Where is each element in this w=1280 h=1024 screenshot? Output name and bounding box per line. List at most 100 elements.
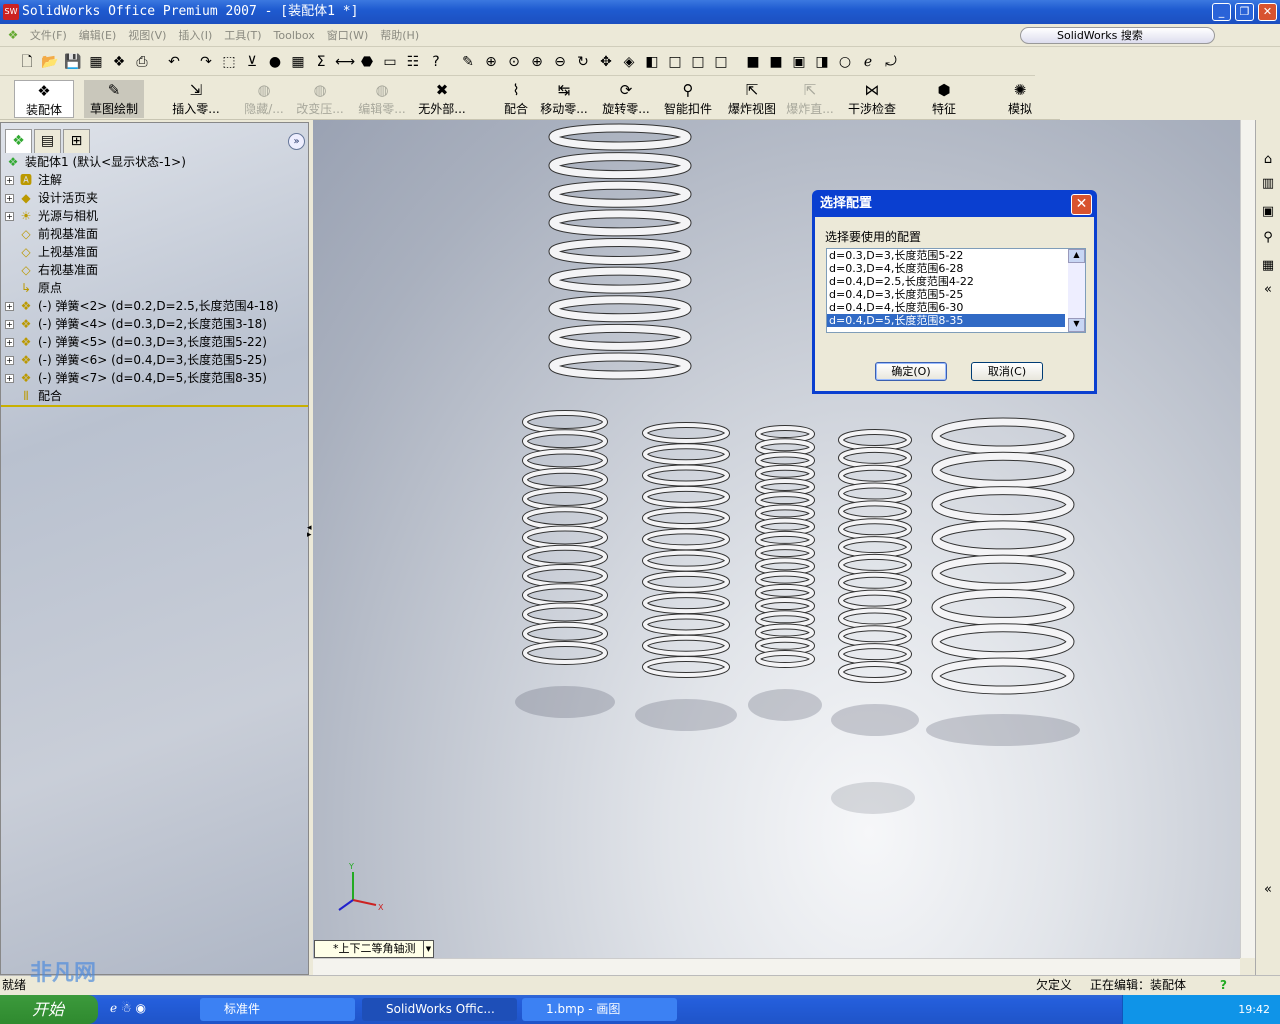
tab-configuration-manager[interactable]: ⊞ xyxy=(63,129,90,153)
command-change-suppression[interactable]: ◍ 改变压... xyxy=(288,80,352,118)
search-icon[interactable]: ⚲ xyxy=(1259,230,1277,248)
menu-item[interactable]: 视图(V) xyxy=(128,24,166,47)
maximize-button[interactable]: ❐ xyxy=(1235,3,1254,21)
command-explode-line[interactable]: ⇱ 爆炸直... xyxy=(778,80,842,118)
list-scrollbar[interactable]: ▲ ▼ xyxy=(1068,249,1085,332)
dialog-close-button[interactable]: ✕ xyxy=(1071,194,1092,215)
design-library-icon[interactable]: ▥ xyxy=(1259,176,1277,194)
spring-model[interactable] xyxy=(831,429,919,736)
cancel-button[interactable]: 取消(C) xyxy=(971,362,1043,381)
zoom-in-icon[interactable]: ⊕ xyxy=(528,53,546,71)
tree-item[interactable]: + ❖ (-) 弹簧<4> (d=0.3,D=2,长度范围3-18) xyxy=(5,315,267,333)
view-3d-icon[interactable]: ◈ xyxy=(620,53,638,71)
spring-model[interactable] xyxy=(635,422,737,731)
menu-item[interactable]: 插入(I) xyxy=(178,24,212,47)
tree-item[interactable]: + ❖ (-) 弹簧<6> (d=0.4,D=3,长度范围5-25) xyxy=(5,351,267,369)
wireframe-icon[interactable]: □ xyxy=(666,53,684,71)
command-hide-show[interactable]: ◍ 隐藏/... xyxy=(232,80,296,118)
tree-item[interactable]: + ◆ 设计活页夹 xyxy=(5,189,98,207)
tab-feature-manager[interactable]: ❖ xyxy=(5,129,32,153)
new-icon[interactable]: 🗋 xyxy=(18,53,36,71)
print-icon[interactable]: ⎙ xyxy=(133,53,151,71)
print-preview-icon[interactable]: ▦ xyxy=(87,53,105,71)
configuration-option[interactable]: d=0.4,D=3,长度范围5-25 xyxy=(827,288,1065,301)
spring-model[interactable] xyxy=(548,123,692,380)
options-icon[interactable]: ❖ xyxy=(110,53,128,71)
home-icon[interactable]: ⌂ xyxy=(1259,152,1277,170)
command-edit-component[interactable]: ◍ 编辑零... xyxy=(350,80,414,118)
view-palette-icon[interactable]: ▦ xyxy=(1259,258,1277,276)
hidden-lines-icon[interactable]: □ xyxy=(689,53,707,71)
zoom-area-icon[interactable]: ⊙ xyxy=(505,53,523,71)
command-assembly[interactable]: ❖ 装配体 xyxy=(14,80,74,118)
command-no-external-refs[interactable]: ✖ 无外部... xyxy=(410,80,474,118)
shaded-icon[interactable]: ■ xyxy=(767,53,785,71)
help-icon[interactable]: ? xyxy=(1220,976,1227,995)
expand-panel-icon[interactable]: » xyxy=(288,133,305,150)
tree-item[interactable]: + ☀ 光源与相机 xyxy=(5,207,98,225)
task-paint[interactable]: 1.bmp - 画图 xyxy=(522,998,677,1021)
help-icon[interactable]: ? xyxy=(427,53,445,71)
expand-icon[interactable]: + xyxy=(5,302,14,311)
tree-item[interactable]: ◇ 前视基准面 xyxy=(5,225,98,243)
equations-icon[interactable]: Σ xyxy=(312,53,330,71)
configuration-option[interactable]: d=0.4,D=4,长度范围6-30 xyxy=(827,301,1065,314)
realview-icon[interactable]: ○ xyxy=(836,53,854,71)
expand-icon[interactable]: + xyxy=(5,212,14,221)
hidden-removed-icon[interactable]: □ xyxy=(712,53,730,71)
tree-item[interactable]: ◇ 右视基准面 xyxy=(5,261,98,279)
pan-icon[interactable]: ✥ xyxy=(597,53,615,71)
tree-root[interactable]: ❖ 装配体1 (默认<显示状态-1>) xyxy=(5,153,186,171)
tree-item[interactable]: + ❖ (-) 弹簧<2> (d=0.2,D=2.5,长度范围4-18) xyxy=(5,297,278,315)
spring-model[interactable] xyxy=(926,417,1080,746)
menu-item[interactable]: 编辑(E) xyxy=(79,24,117,47)
menu-item[interactable]: 窗口(W) xyxy=(327,24,368,47)
spring-model[interactable] xyxy=(748,425,822,721)
zoom-fit-icon[interactable]: ⊕ xyxy=(482,53,500,71)
ext1-icon[interactable]: ℯ xyxy=(859,53,877,71)
redo-icon[interactable]: ↷ xyxy=(197,53,215,71)
open-icon[interactable]: 📂 xyxy=(41,53,59,71)
tree-item[interactable]: ↳ 原点 xyxy=(5,279,62,297)
select-icon[interactable]: ⬚ xyxy=(220,53,238,71)
configuration-list[interactable]: d=0.3,D=3,长度范围5-22 d=0.3,D=4,长度范围6-28 d=0.… xyxy=(826,248,1086,333)
tree-item[interactable]: ◇ 上视基准面 xyxy=(5,243,98,261)
command-interference[interactable]: ⋈ 干涉检查 xyxy=(840,80,904,118)
scroll-up-icon[interactable]: ▲ xyxy=(1068,249,1085,263)
menu-item[interactable]: 文件(F) xyxy=(30,24,67,47)
ok-button[interactable]: 确定(O) xyxy=(875,362,947,381)
close-button[interactable]: ✕ xyxy=(1258,3,1277,21)
traffic-light-icon[interactable]: ● xyxy=(266,53,284,71)
vertical-scrollbar[interactable] xyxy=(1240,120,1255,958)
command-sketch[interactable]: ✎ 草图绘制 xyxy=(84,80,144,118)
horizontal-scrollbar[interactable] xyxy=(313,958,1240,975)
tab-property-manager[interactable]: ▤ xyxy=(34,129,61,153)
configuration-option[interactable]: d=0.3,D=3,长度范围5-22 xyxy=(827,249,1065,262)
measure-icon[interactable]: ⟷ xyxy=(335,53,355,71)
section-icon[interactable]: ◨ xyxy=(813,53,831,71)
view-orientation-dropdown[interactable]: *上下二等角轴测 ▼ xyxy=(314,940,434,958)
rebuild-icon[interactable]: ▦ xyxy=(289,53,307,71)
menu-item[interactable]: 帮助(H) xyxy=(380,24,419,47)
rotate-icon[interactable]: ↻ xyxy=(574,53,592,71)
task-solidworks[interactable]: SolidWorks Offic... xyxy=(362,998,517,1021)
zoom-out-icon[interactable]: ⊖ xyxy=(551,53,569,71)
ext2-icon[interactable]: ⤾ xyxy=(882,53,900,71)
configuration-option[interactable]: d=0.4,D=5,长度范围8-35 xyxy=(827,314,1065,327)
sw-resources-icon[interactable]: ⬣ xyxy=(358,53,376,71)
shaded-edges-icon[interactable]: ■ xyxy=(744,53,762,71)
expand-icon[interactable]: + xyxy=(5,176,14,185)
save-icon[interactable]: 💾 xyxy=(64,53,82,71)
command-simulation[interactable]: ✺ 模拟 xyxy=(988,80,1052,118)
tree-item[interactable]: + ❖ (-) 弹簧<5> (d=0.3,D=3,长度范围5-22) xyxy=(5,333,267,351)
quick-launch-icons[interactable]: ℯ ☃ ◉ xyxy=(110,1001,146,1015)
tree-item[interactable]: ⫴ 配合 xyxy=(5,387,62,405)
file-explorer-icon[interactable]: ▣ xyxy=(1259,204,1277,222)
perspective-icon[interactable]: ▣ xyxy=(790,53,808,71)
expand-icon[interactable]: « xyxy=(1259,882,1277,900)
expand-icon[interactable]: + xyxy=(5,320,14,329)
expand-icon[interactable]: + xyxy=(5,356,14,365)
graphics-area[interactable]: Y X xyxy=(313,120,1240,958)
command-smart-fasteners[interactable]: ⚲ 智能扣件 xyxy=(656,80,720,118)
rollback-bar[interactable] xyxy=(1,405,308,407)
